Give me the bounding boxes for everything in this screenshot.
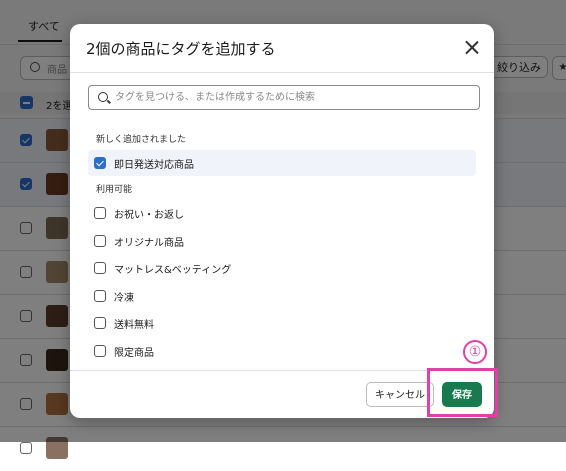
tag-label: 即日発送対応商品 (114, 160, 194, 171)
tag-search-field[interactable] (88, 85, 480, 110)
available-tags-section-label: 利用可能 (96, 185, 133, 195)
tag-label: 限定商品 (114, 347, 154, 359)
search-icon (98, 92, 108, 102)
tag-checkbox[interactable] (94, 289, 106, 302)
cancel-button[interactable]: キャンセル (366, 382, 434, 407)
tag-label: マットレス&ベッティング (114, 265, 232, 276)
tag-option[interactable]: 送料無料 (88, 310, 476, 336)
tag-checkbox[interactable] (94, 262, 106, 274)
tag-checkbox[interactable] (94, 157, 106, 169)
tag-option[interactable]: オリジナル商品 (88, 228, 476, 254)
tag-checkbox[interactable] (94, 234, 106, 247)
tag-label: 冷凍 (114, 292, 134, 304)
tag-option[interactable]: お祝い・お返し (88, 200, 476, 226)
tag-label: お祝い・お返し (114, 210, 184, 221)
tag-option[interactable]: マットレス&ベッティング (88, 255, 476, 281)
tag-checkbox[interactable] (94, 207, 106, 219)
new-tags-section-label: 新しく追加されました (96, 135, 187, 145)
tag-search-input[interactable] (115, 89, 475, 106)
row-checkbox[interactable] (20, 442, 32, 454)
close-icon[interactable] (462, 38, 482, 58)
tag-checkbox[interactable] (94, 317, 106, 329)
tag-option[interactable]: 冷凍 (88, 283, 476, 309)
tag-checkbox[interactable] (94, 344, 106, 357)
save-highlight-box (427, 368, 498, 417)
step-number-badge: ① (463, 340, 487, 364)
tag-label: 送料無料 (114, 320, 154, 331)
add-tags-modal: 2個の商品にタグを追加する 新しく追加されました 即日発送対応商品 利用可能 お… (70, 24, 494, 418)
modal-header: 2個の商品にタグを追加する (70, 24, 494, 73)
tag-option[interactable]: 限定商品 (88, 338, 476, 364)
tag-label: オリジナル商品 (114, 237, 184, 249)
modal-title: 2個の商品にタグを追加する (86, 40, 276, 58)
tag-option[interactable]: 即日発送対応商品 (88, 150, 476, 176)
